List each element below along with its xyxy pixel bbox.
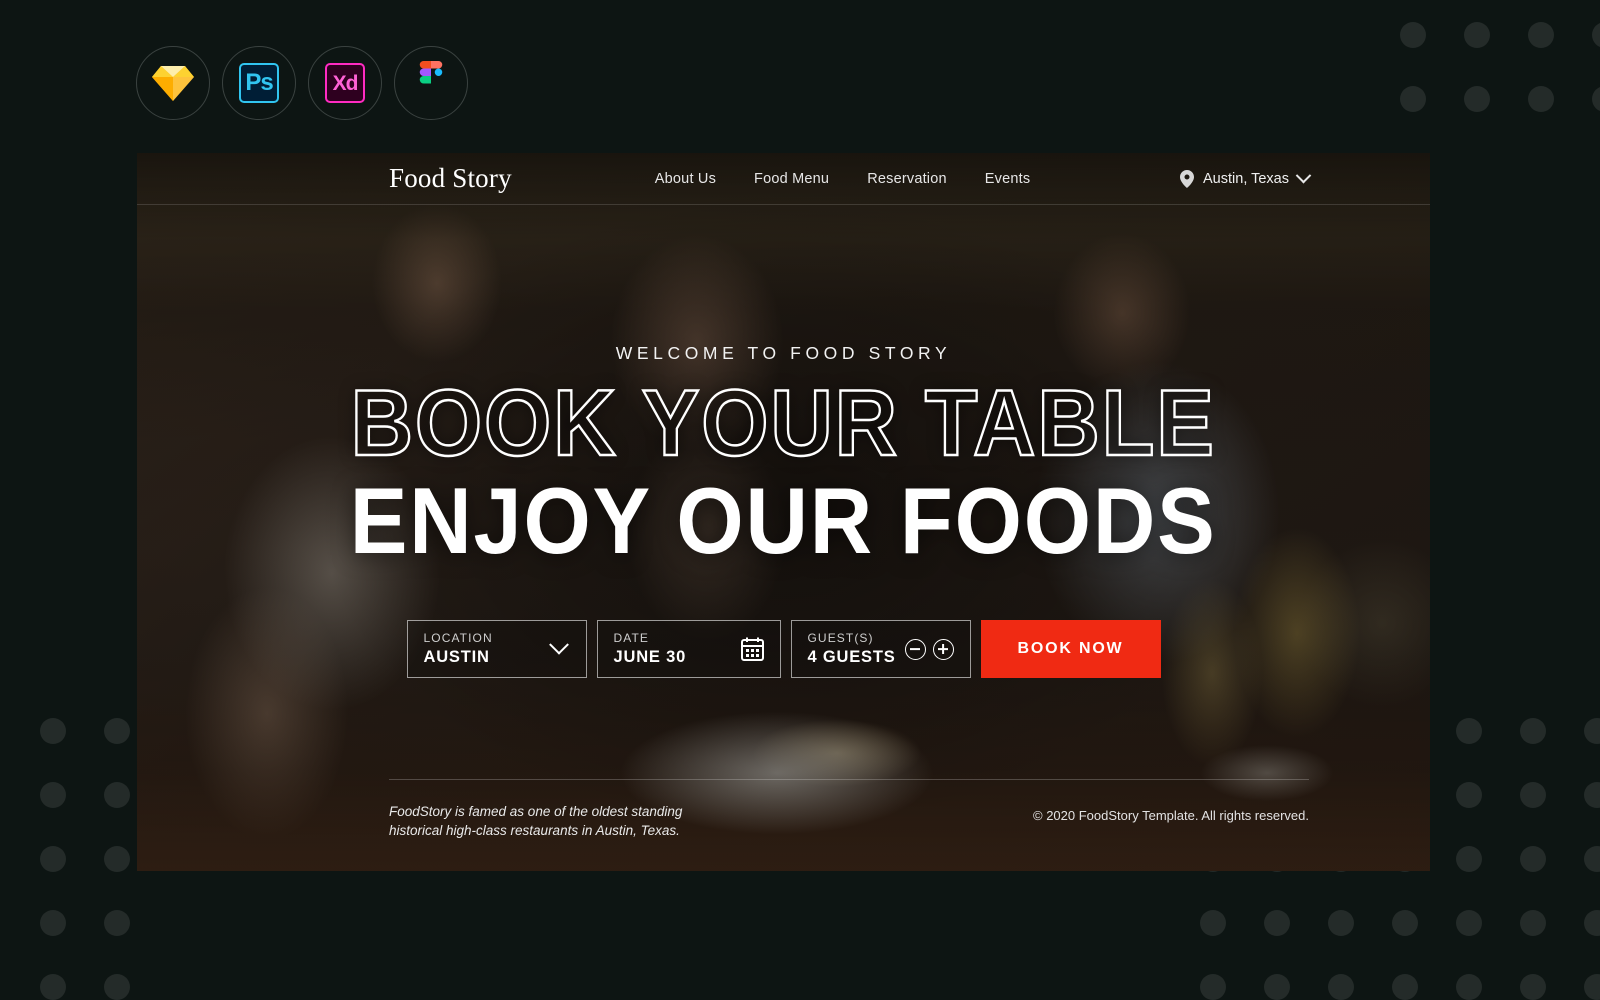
decorative-dot bbox=[104, 910, 130, 936]
decorative-dot bbox=[104, 974, 130, 1000]
decorative-dot bbox=[1584, 910, 1600, 936]
booking-bar: LOCATION AUSTIN DATE JUNE 30 GUEST(S) 4 … bbox=[406, 620, 1161, 678]
decorative-dot bbox=[1528, 22, 1554, 48]
decorative-dot bbox=[1464, 86, 1490, 112]
decorative-dot bbox=[1520, 910, 1546, 936]
decorative-dot bbox=[1264, 910, 1290, 936]
decorative-dot bbox=[1328, 974, 1354, 1000]
decorative-dot bbox=[1328, 910, 1354, 936]
calendar-icon[interactable] bbox=[740, 637, 764, 661]
tool-badge-adobe-xd[interactable]: Xd bbox=[308, 46, 382, 120]
booking-location-value: AUSTIN bbox=[423, 648, 490, 666]
decorative-dot bbox=[1264, 974, 1290, 1000]
decorative-dots-top-right bbox=[1400, 22, 1600, 142]
adobe-xd-icon: Xd bbox=[325, 63, 365, 103]
decorative-dot bbox=[1584, 718, 1600, 744]
copyright-text: © 2020 FoodStory Template. All rights re… bbox=[1033, 807, 1309, 823]
decorative-dot bbox=[1520, 846, 1546, 872]
decorative-dot bbox=[1520, 782, 1546, 808]
book-now-button[interactable]: BOOK NOW bbox=[980, 620, 1161, 678]
decorative-dot bbox=[1592, 22, 1600, 48]
decorative-dot bbox=[40, 846, 66, 872]
tool-badge-sketch[interactable] bbox=[136, 46, 210, 120]
design-tool-badges: Ps Xd bbox=[136, 46, 468, 120]
decorative-dot bbox=[1400, 22, 1426, 48]
decorative-dot bbox=[1584, 782, 1600, 808]
booking-guests-value: 4 GUESTS bbox=[807, 648, 896, 666]
decorative-dot bbox=[1520, 974, 1546, 1000]
booking-location-label: LOCATION bbox=[423, 631, 493, 645]
decorative-dot bbox=[1584, 846, 1600, 872]
booking-date-value: JUNE 30 bbox=[613, 648, 687, 666]
hero-tagline: FoodStory is famed as one of the oldest … bbox=[389, 802, 682, 841]
decorative-dot bbox=[1456, 782, 1482, 808]
chevron-down-icon[interactable] bbox=[548, 634, 569, 655]
decorative-dot bbox=[40, 782, 66, 808]
decorative-dot bbox=[1456, 846, 1482, 872]
decorative-dot bbox=[1392, 910, 1418, 936]
hero-tagline-line2: historical high-class restaurants in Aus… bbox=[389, 823, 680, 839]
sketch-gem-icon bbox=[152, 66, 194, 101]
decorative-dot bbox=[40, 718, 66, 744]
figma-icon bbox=[419, 61, 443, 84]
tool-badge-photoshop[interactable]: Ps bbox=[222, 46, 296, 120]
decorative-dot bbox=[1400, 86, 1426, 112]
decorative-dot bbox=[1200, 974, 1226, 1000]
decorative-dot bbox=[1584, 974, 1600, 1000]
photoshop-icon: Ps bbox=[239, 63, 279, 103]
hero-eyebrow: WELCOME TO FOOD STORY bbox=[615, 343, 952, 363]
decorative-dot bbox=[1392, 974, 1418, 1000]
hero-headline-outline: BOOK YOUR TABLE bbox=[350, 370, 1217, 475]
plus-circle-icon[interactable] bbox=[932, 638, 954, 660]
booking-guests-field[interactable]: GUEST(S) 4 GUESTS bbox=[790, 620, 971, 678]
decorative-dot bbox=[1200, 910, 1226, 936]
decorative-dot bbox=[40, 910, 66, 936]
hero-section: Food Story About Us Food Menu Reservatio… bbox=[137, 153, 1430, 871]
hero-headline-solid: ENJOY OUR FOODS bbox=[350, 468, 1217, 573]
decorative-dot bbox=[1592, 86, 1600, 112]
hero-footer: FoodStory is famed as one of the oldest … bbox=[389, 778, 1309, 841]
decorative-dot bbox=[104, 846, 130, 872]
hero-content: WELCOME TO FOOD STORY BOOK YOUR TABLE EN… bbox=[137, 153, 1430, 871]
booking-date-field[interactable]: DATE JUNE 30 bbox=[596, 620, 781, 678]
minus-circle-icon[interactable] bbox=[904, 638, 926, 660]
decorative-dot bbox=[1520, 718, 1546, 744]
decorative-dot bbox=[104, 782, 130, 808]
decorative-dot bbox=[1464, 22, 1490, 48]
booking-location-field[interactable]: LOCATION AUSTIN bbox=[406, 620, 587, 678]
decorative-dot bbox=[40, 974, 66, 1000]
decorative-dot bbox=[1456, 910, 1482, 936]
hero-tagline-line1: FoodStory is famed as one of the oldest … bbox=[389, 803, 683, 819]
guests-stepper bbox=[904, 638, 954, 660]
tool-badge-figma[interactable] bbox=[394, 46, 468, 120]
booking-guests-label: GUEST(S) bbox=[807, 631, 874, 645]
booking-date-label: DATE bbox=[613, 631, 650, 645]
decorative-dot bbox=[1528, 86, 1554, 112]
decorative-dot bbox=[1456, 974, 1482, 1000]
decorative-dot bbox=[104, 718, 130, 744]
decorative-dot bbox=[1456, 718, 1482, 744]
